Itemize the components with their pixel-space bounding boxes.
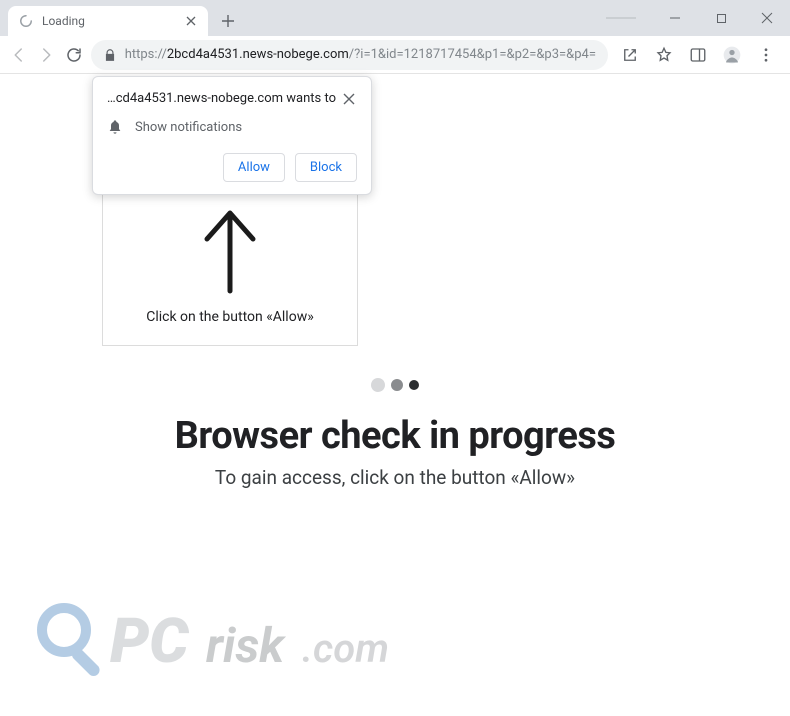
dot-icon xyxy=(371,378,385,392)
tab-title: Loading xyxy=(42,14,176,28)
nav-forward-button[interactable] xyxy=(36,40,58,70)
url-host: 2bcd4a4531.news-nobege.com xyxy=(167,47,349,62)
side-panel-icon[interactable] xyxy=(682,40,714,70)
window-drag-handle-icon xyxy=(604,7,638,29)
window-controls xyxy=(604,0,790,36)
address-bar[interactable]: https://2bcd4a4531.news-nobege.com/?i=1&… xyxy=(91,40,608,70)
browser-toolbar: https://2bcd4a4531.news-nobege.com/?i=1&… xyxy=(0,36,790,74)
notification-permission-label: Show notifications xyxy=(135,120,242,135)
nav-reload-button[interactable] xyxy=(63,40,85,70)
block-button[interactable]: Block xyxy=(295,153,357,182)
toolbar-right-icons xyxy=(614,40,782,70)
hint-text: Click on the button «Allow» xyxy=(113,309,347,325)
allow-button[interactable]: Allow xyxy=(223,153,285,182)
arrow-up-icon xyxy=(195,207,265,295)
share-icon[interactable] xyxy=(614,40,646,70)
svg-text:PC: PC xyxy=(110,605,189,678)
dot-icon xyxy=(409,380,419,390)
lock-icon xyxy=(103,48,117,62)
allow-hint-card: Click on the button «Allow» xyxy=(102,184,358,346)
new-tab-button[interactable] xyxy=(214,7,242,35)
window-minimize-button[interactable] xyxy=(652,3,698,33)
url-text: https://2bcd4a4531.news-nobege.com/?i=1&… xyxy=(125,47,596,62)
watermark-logo: PC risk .com xyxy=(30,592,450,692)
bell-icon xyxy=(107,119,123,135)
url-protocol: https:// xyxy=(125,47,167,62)
loading-dots xyxy=(371,378,419,392)
svg-text:.com: .com xyxy=(302,625,389,672)
window-maximize-button[interactable] xyxy=(698,3,744,33)
page-subline: To gain access, click on the button «All… xyxy=(0,466,790,489)
browser-tab[interactable]: Loading xyxy=(8,6,208,36)
tab-close-icon[interactable] xyxy=(184,14,198,28)
page-headline: Browser check in progress xyxy=(0,414,790,458)
nav-back-button[interactable] xyxy=(8,40,30,70)
bookmark-star-icon[interactable] xyxy=(648,40,680,70)
loading-spinner-icon xyxy=(18,13,34,29)
dot-icon xyxy=(391,379,403,391)
url-path: /?i=1&id=1218717454&p1=&p2=&p3=&p4= xyxy=(349,47,596,62)
page-content: …cd4a4531.news-nobege.com wants to Show … xyxy=(0,74,790,716)
notification-origin-text: …cd4a4531.news-nobege.com wants to xyxy=(107,91,336,106)
notification-close-icon[interactable] xyxy=(341,91,357,107)
svg-text:risk: risk xyxy=(206,617,286,674)
kebab-menu-icon[interactable] xyxy=(750,40,782,70)
window-titlebar: Loading xyxy=(0,0,790,36)
window-close-button[interactable] xyxy=(744,3,790,33)
notification-permission-prompt: …cd4a4531.news-nobege.com wants to Show … xyxy=(92,76,372,195)
profile-avatar-icon[interactable] xyxy=(716,40,748,70)
